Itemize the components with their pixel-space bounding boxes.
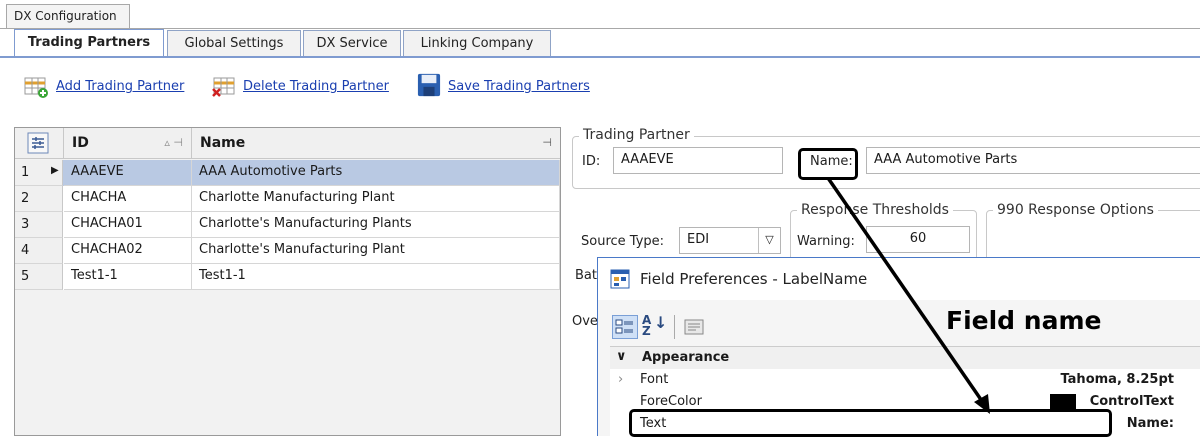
annotation-arrow — [826, 177, 990, 414]
annotation-label: Field name — [946, 306, 1102, 335]
